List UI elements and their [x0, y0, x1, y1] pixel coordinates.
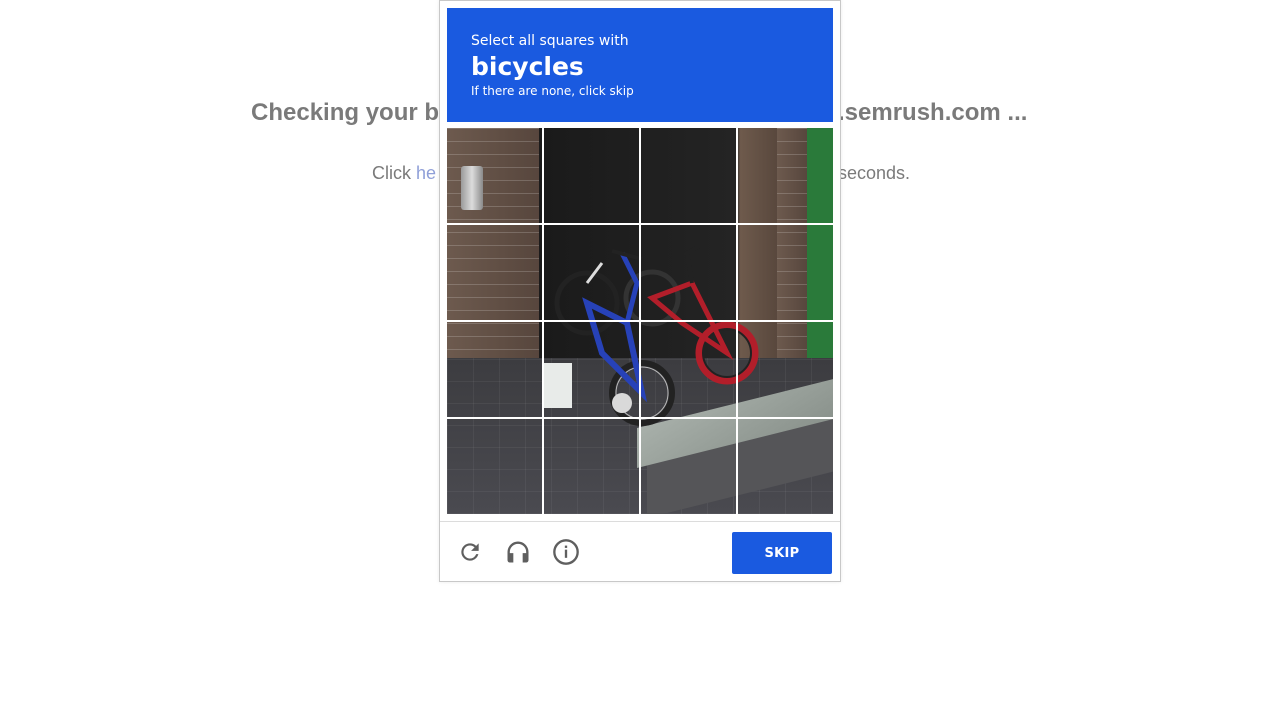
challenge-footer: SKIP — [440, 521, 840, 581]
page-title-left: Checking your b — [251, 99, 440, 126]
skip-hint: If there are none, click skip — [471, 84, 634, 98]
captcha-challenge: Select all squares with bicycles If ther… — [439, 0, 841, 582]
grid-tile[interactable] — [544, 419, 639, 514]
grid-tile[interactable] — [447, 419, 542, 514]
image-grid — [447, 128, 833, 514]
grid-tile[interactable] — [447, 128, 542, 223]
subtitle-click-text: Click — [372, 163, 416, 183]
instruction-text: Select all squares with — [471, 33, 629, 49]
headphones-icon[interactable] — [503, 537, 533, 567]
grid-tile[interactable] — [641, 419, 736, 514]
grid-tile[interactable] — [641, 322, 736, 417]
info-icon[interactable] — [551, 537, 581, 567]
grid-tile[interactable] — [641, 128, 736, 223]
grid-tile[interactable] — [544, 128, 639, 223]
challenge-header: Select all squares with bicycles If ther… — [447, 8, 833, 122]
grid-tile[interactable] — [544, 322, 639, 417]
grid-tile[interactable] — [447, 322, 542, 417]
grid-tile[interactable] — [738, 322, 833, 417]
target-object: bicycles — [471, 52, 584, 81]
grid-tile[interactable] — [447, 225, 542, 320]
reload-icon[interactable] — [455, 537, 485, 567]
grid-tile[interactable] — [738, 225, 833, 320]
redirect-link[interactable]: he — [416, 163, 436, 183]
grid-tile[interactable] — [544, 225, 639, 320]
grid-tile[interactable] — [738, 128, 833, 223]
skip-button[interactable]: SKIP — [732, 532, 832, 574]
page-title-right: .semrush.com ... — [838, 99, 1028, 126]
grid-tile[interactable] — [641, 225, 736, 320]
subtitle-right-text: seconds. — [838, 163, 911, 183]
grid-tile[interactable] — [738, 419, 833, 514]
